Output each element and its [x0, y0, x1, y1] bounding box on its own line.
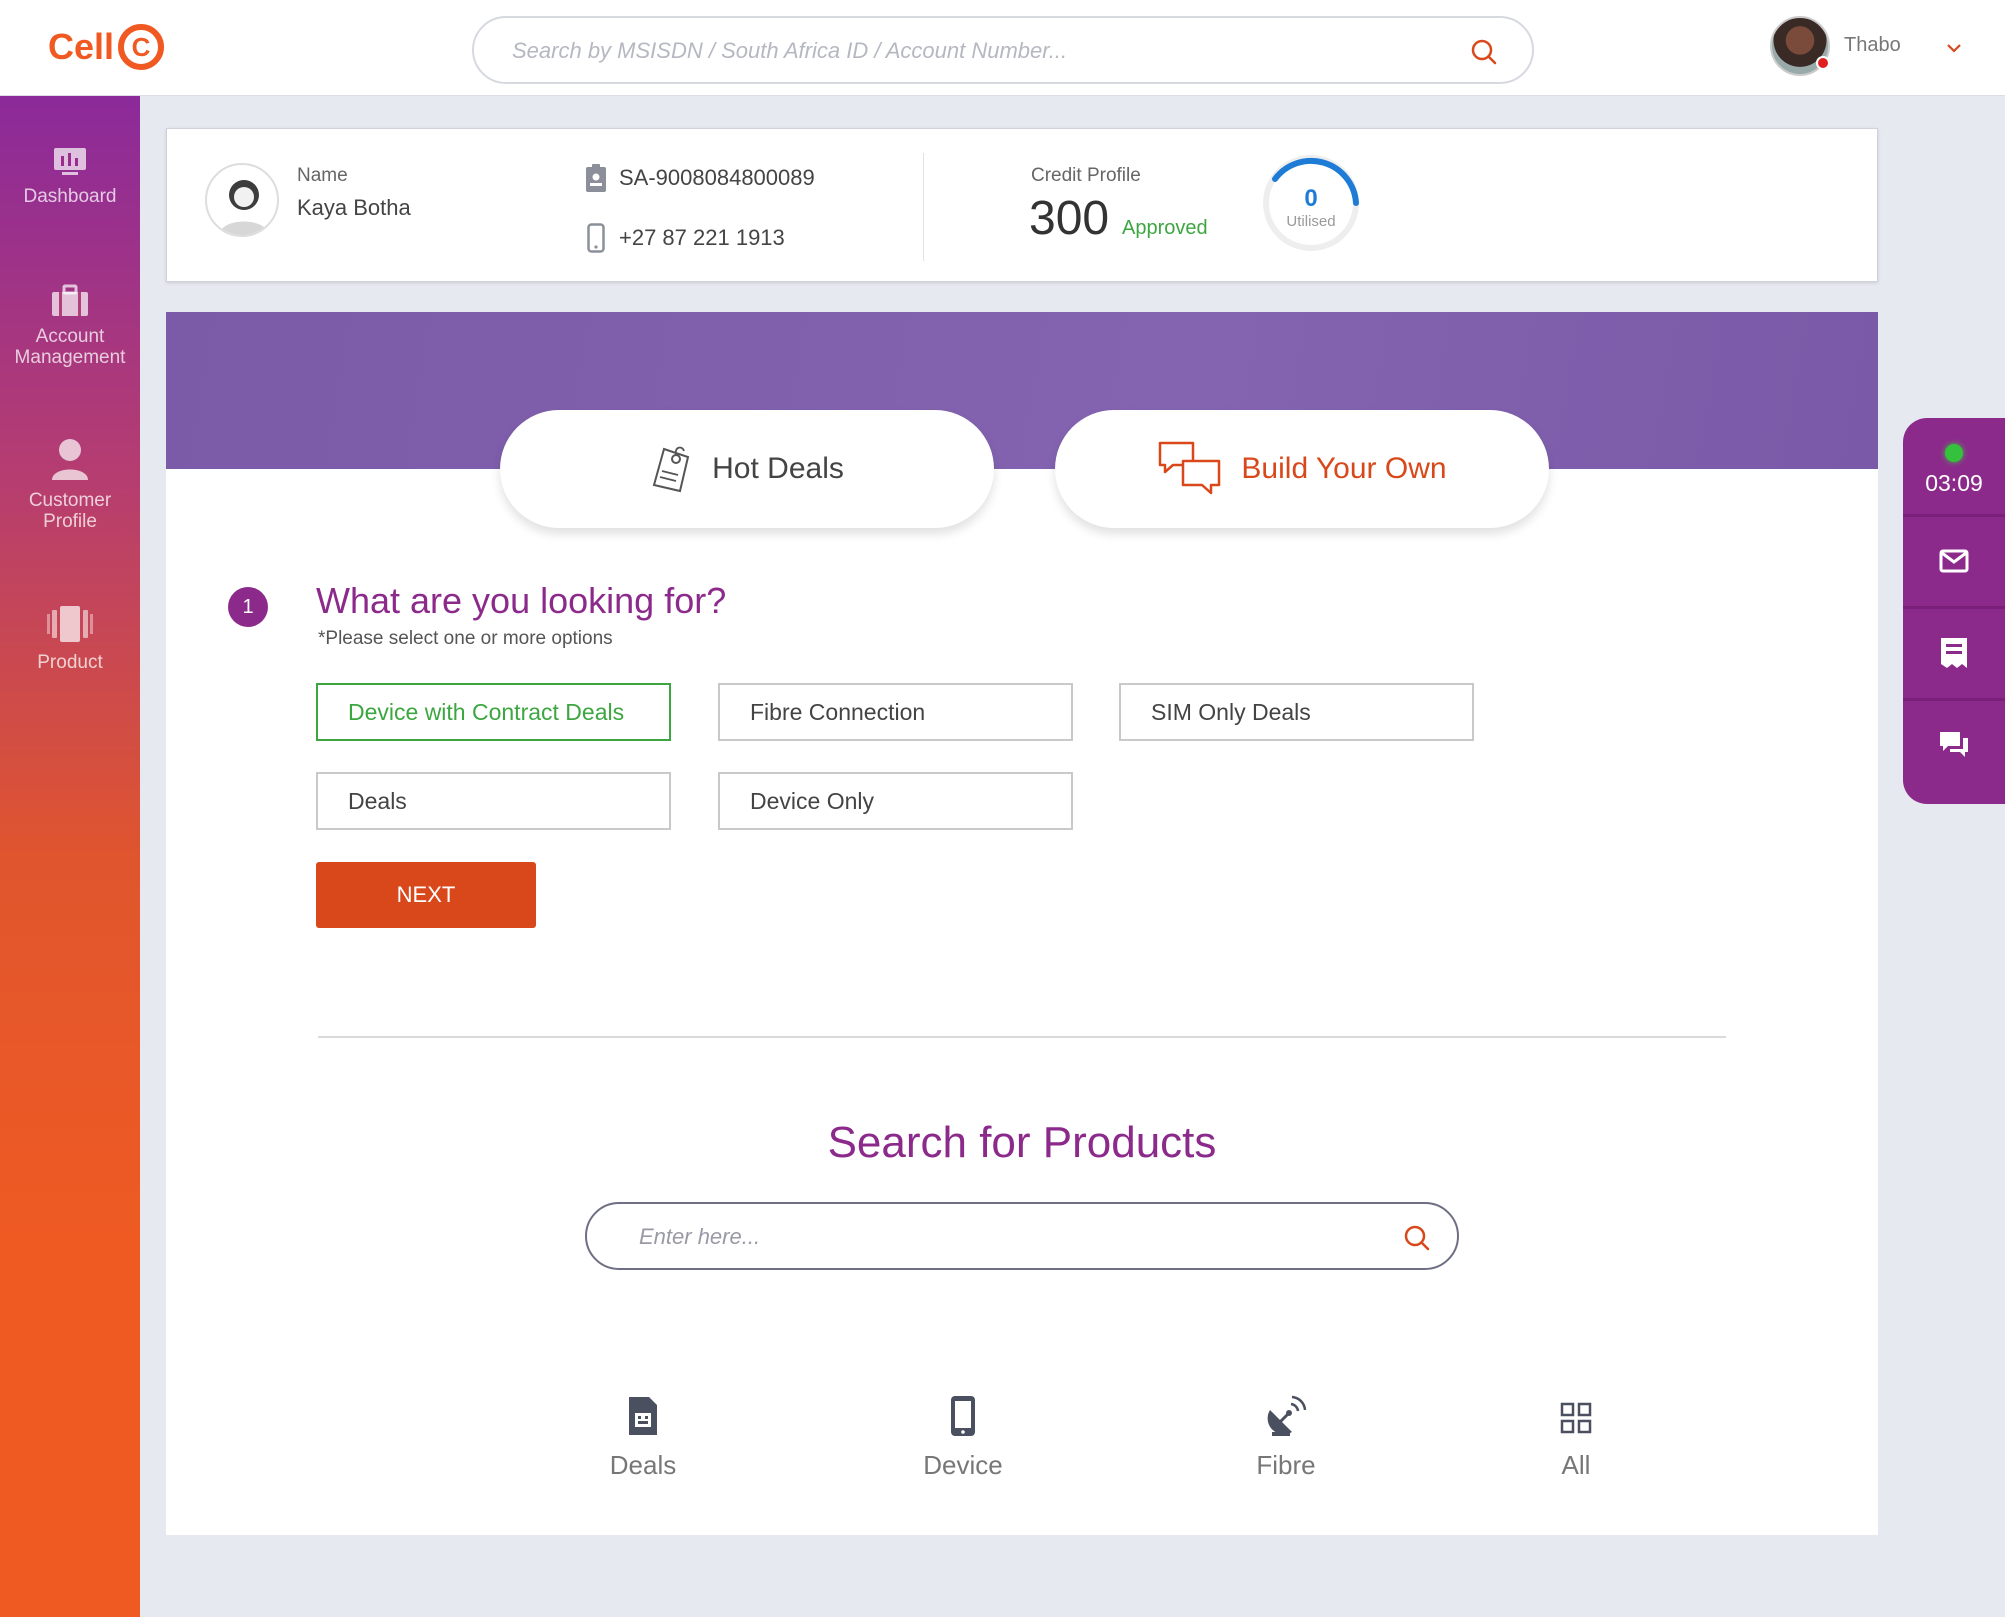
- category-label: Fibre: [1256, 1450, 1316, 1480]
- top-header: Cell C Thabo: [0, 0, 2005, 96]
- customer-avatar-icon: [219, 180, 269, 235]
- utilised-label: Utilised: [1286, 213, 1336, 230]
- dock-chat-button[interactable]: [1903, 702, 2005, 788]
- user-avatar[interactable]: [1770, 16, 1830, 76]
- dock-mail-button[interactable]: [1903, 518, 2005, 604]
- receipt-icon: [1941, 638, 1967, 668]
- id-badge-icon: [586, 164, 606, 192]
- category-fibre[interactable]: Fibre: [1206, 1394, 1366, 1481]
- sidebar-item-customer-profile[interactable]: Customer Profile: [0, 436, 140, 532]
- question-title: What are you looking for?: [316, 580, 727, 621]
- global-search-bar: [472, 16, 1534, 84]
- satellite-dish-icon: [1267, 1395, 1307, 1436]
- status-indicator: [1816, 56, 1830, 70]
- category-label: Device: [923, 1450, 1003, 1480]
- next-button[interactable]: NEXT: [316, 862, 536, 928]
- credit-score: 300: [1029, 192, 1110, 245]
- logo-text: Cell: [48, 26, 115, 67]
- credit-status-badge: Approved: [1122, 217, 1208, 239]
- sidebar-item-product[interactable]: Product: [0, 604, 140, 673]
- step-number: 1: [228, 587, 268, 627]
- customer-summary-card: Name Kaya Botha SA-9008084800089 +27 87 …: [166, 128, 1878, 282]
- user-name: Thabo: [1844, 34, 1901, 56]
- tab-hot-deals-label: Hot Deals: [712, 452, 844, 485]
- option-deals[interactable]: Deals: [316, 772, 671, 830]
- sidebar-item-label: Customer Profile: [28, 490, 112, 532]
- chevron-down-icon[interactable]: [1946, 42, 1962, 54]
- user-menu[interactable]: Thabo: [1770, 16, 1970, 80]
- dock-receipt-button[interactable]: [1903, 610, 2005, 696]
- customer-avatar: [205, 163, 279, 237]
- option-sim-only-deals[interactable]: SIM Only Deals: [1119, 683, 1474, 741]
- call-timer-value: 03:09: [1925, 470, 1983, 496]
- tab-build-your-own-label: Build Your Own: [1241, 452, 1447, 485]
- customer-phone: +27 87 221 1913: [619, 225, 785, 250]
- card-divider: [923, 153, 924, 261]
- search-icon[interactable]: [1403, 1224, 1431, 1252]
- option-fibre-connection[interactable]: Fibre Connection: [718, 683, 1073, 741]
- sidebar: Dashboard Account Management Customer Pr…: [0, 96, 140, 1617]
- global-search-input[interactable]: [512, 32, 1432, 70]
- product-icon: [47, 606, 93, 642]
- chat-icon: [1940, 732, 1968, 757]
- cellc-logo[interactable]: Cell C: [48, 24, 165, 70]
- dashboard-icon: [54, 148, 86, 175]
- logo-c-mark: C: [118, 24, 165, 70]
- sidebar-item-label: Product: [37, 652, 103, 673]
- credit-profile-label: Credit Profile: [1031, 165, 1141, 186]
- user-icon: [52, 439, 88, 480]
- option-device-contract-deals[interactable]: Device with Contract Deals: [316, 683, 671, 741]
- dock-divider: [1903, 606, 2005, 609]
- tab-build-your-own[interactable]: Build Your Own: [1055, 410, 1549, 528]
- customer-id-number: SA-9008084800089: [619, 165, 815, 190]
- live-status-icon: [1945, 444, 1963, 462]
- category-label: All: [1561, 1450, 1591, 1480]
- grid-icon: [1560, 1402, 1592, 1434]
- deals-banner: [166, 312, 1878, 469]
- category-deals[interactable]: Deals: [563, 1394, 723, 1481]
- sidebar-item-label: Dashboard: [23, 186, 117, 207]
- category-device[interactable]: Device: [883, 1394, 1043, 1481]
- sidebar-item-dashboard[interactable]: Dashboard: [0, 146, 140, 207]
- sim-card-icon: [629, 1397, 657, 1435]
- option-device-only[interactable]: Device Only: [718, 772, 1073, 830]
- agent-dock: 03:09: [1903, 418, 2005, 804]
- name-label: Name: [297, 165, 348, 186]
- search-products-title: Search for Products: [827, 1118, 1217, 1167]
- deals-panel: Hot Deals Build Your Own 1 What are you …: [166, 312, 1878, 1535]
- sidebar-item-label: Account Management: [14, 326, 126, 368]
- mail-icon: [1939, 549, 1969, 573]
- utilised-value: 0: [1304, 185, 1318, 212]
- tab-hot-deals[interactable]: Hot Deals: [500, 410, 994, 528]
- briefcase-icon: [52, 284, 88, 316]
- call-timer: 03:09: [1903, 436, 2005, 526]
- dock-divider: [1903, 514, 2005, 517]
- product-search-input[interactable]: [639, 1218, 1379, 1256]
- category-label: Deals: [609, 1450, 677, 1480]
- sidebar-item-account-management[interactable]: Account Management: [0, 284, 140, 368]
- phone-icon: [951, 1396, 975, 1436]
- phone-icon: [587, 223, 605, 253]
- dock-divider: [1903, 698, 2005, 701]
- product-search-bar: [585, 1202, 1459, 1270]
- category-all[interactable]: All: [1496, 1394, 1656, 1481]
- question-subtitle: *Please select one or more options: [318, 628, 613, 649]
- tag-icon: [652, 446, 690, 493]
- chat-bubbles-icon: [1159, 441, 1221, 495]
- customer-name: Kaya Botha: [297, 195, 411, 220]
- section-divider: [318, 1036, 1726, 1038]
- search-icon[interactable]: [1470, 38, 1498, 66]
